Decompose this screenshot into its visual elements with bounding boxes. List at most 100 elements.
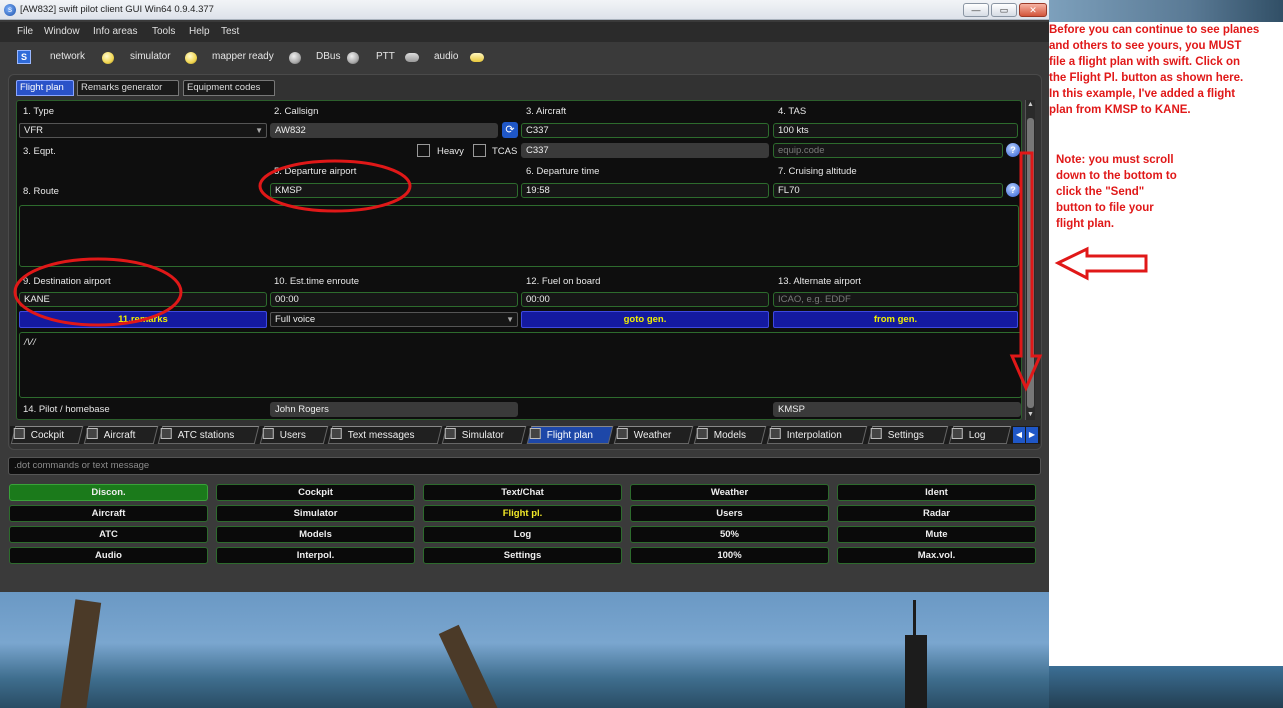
- note-line: click the "Send": [1056, 186, 1145, 198]
- close-button[interactable]: ✕: [1019, 3, 1047, 17]
- heavy-label: Heavy: [437, 146, 464, 157]
- swift-status-icon[interactable]: S: [17, 50, 31, 64]
- est-time-enroute-input[interactable]: 00:00: [270, 292, 518, 307]
- command-input[interactable]: .dot commands or text message: [8, 457, 1041, 475]
- aircraft-button[interactable]: Aircraft: [9, 505, 208, 522]
- from-gen-button[interactable]: from gen.: [773, 311, 1018, 328]
- reload-icon[interactable]: ⟳: [502, 122, 518, 138]
- pilot-homebase-label: 14. Pilot / homebase: [23, 404, 110, 415]
- menu-file[interactable]: File: [17, 22, 33, 42]
- airplane-icon: [86, 428, 98, 439]
- audio-button[interactable]: Audio: [9, 547, 208, 564]
- note-line: down to the bottom to: [1056, 170, 1177, 182]
- tas-input[interactable]: 100 kts: [773, 123, 1018, 138]
- models-button[interactable]: Models: [216, 526, 415, 543]
- interpolation-button[interactable]: Interpol.: [216, 547, 415, 564]
- tab-flight-plan-label: Flight plan: [546, 430, 593, 441]
- users-button[interactable]: Users: [630, 505, 829, 522]
- atc-button[interactable]: ATC: [9, 526, 208, 543]
- aircraft-input[interactable]: C337: [521, 123, 769, 138]
- volume-100-button[interactable]: 100%: [630, 547, 829, 564]
- instruction-line: plan from KMSP to KANE.: [1049, 104, 1191, 116]
- max-volume-button[interactable]: Max.vol.: [837, 547, 1036, 564]
- weather-icon: [616, 428, 628, 439]
- tab-flight-plan-bottom[interactable]: Flight plan: [526, 426, 614, 444]
- tabs-scroll-left-icon[interactable]: ◀: [1013, 427, 1025, 443]
- cruising-altitude-input[interactable]: FL70: [773, 183, 1003, 198]
- scroll-down-icon[interactable]: ▼: [1026, 410, 1035, 420]
- text-chat-button[interactable]: Text/Chat: [423, 484, 622, 501]
- goto-gen-button[interactable]: goto gen.: [521, 311, 769, 328]
- departure-time-label: 6. Departure time: [526, 166, 600, 177]
- tab-flight-plan[interactable]: Flight plan: [16, 80, 74, 96]
- tab-log-label: Log: [968, 430, 986, 441]
- ptt-label: PTT: [376, 51, 395, 62]
- voice-select[interactable]: Full voice ▼: [270, 312, 518, 327]
- tab-simulator[interactable]: Simulator: [441, 426, 527, 444]
- departure-airport-input[interactable]: KMSP: [270, 183, 518, 198]
- scroll-thumb[interactable]: [1027, 118, 1034, 408]
- fuel-on-board-input[interactable]: 00:00: [521, 292, 769, 307]
- disconnect-button[interactable]: Discon.: [9, 484, 208, 501]
- cockpit-icon: [13, 428, 25, 439]
- type-select[interactable]: VFR ▼: [19, 123, 267, 138]
- remarks-button[interactable]: 11.remarks: [19, 311, 267, 328]
- flight-plan-button[interactable]: Flight pl.: [423, 505, 622, 522]
- remarks-textarea[interactable]: /V/: [19, 332, 1021, 398]
- tcas-checkbox[interactable]: [473, 144, 486, 157]
- heavy-checkbox[interactable]: [417, 144, 430, 157]
- volume-50-button[interactable]: 50%: [630, 526, 829, 543]
- mute-button[interactable]: Mute: [837, 526, 1036, 543]
- eqpt-label: 3. Eqpt.: [23, 146, 56, 157]
- alternate-airport-input[interactable]: ICAO, e.g. EDDF: [773, 292, 1018, 307]
- equip-code-input[interactable]: equip.code: [773, 143, 1003, 158]
- help-icon[interactable]: ?: [1006, 183, 1020, 197]
- help-icon[interactable]: ?: [1006, 143, 1020, 157]
- menu-info-areas[interactable]: Info areas: [93, 22, 137, 42]
- tab-atc-stations[interactable]: ATC stations: [157, 426, 260, 444]
- simulator-label: simulator: [130, 51, 171, 62]
- weather-button[interactable]: Weather: [630, 484, 829, 501]
- tab-aircraft[interactable]: Aircraft: [83, 426, 159, 444]
- menu-window[interactable]: Window: [44, 22, 80, 42]
- title-bar: s [AW832] swift pilot client GUI Win64 0…: [0, 0, 1049, 20]
- menu-tools[interactable]: Tools: [152, 22, 175, 42]
- tab-text-messages[interactable]: Text messages: [327, 426, 443, 444]
- tab-users[interactable]: Users: [259, 426, 329, 444]
- radar-button[interactable]: Radar: [837, 505, 1036, 522]
- tab-weather[interactable]: Weather: [613, 426, 694, 444]
- menu-help[interactable]: Help: [189, 22, 210, 42]
- tab-remarks-generator[interactable]: Remarks generator: [77, 80, 179, 96]
- homebase-input[interactable]: KMSP: [773, 402, 1021, 417]
- menu-test[interactable]: Test: [221, 22, 239, 42]
- tab-aircraft-label: Aircraft: [103, 430, 136, 441]
- destination-airport-input[interactable]: KANE: [19, 292, 267, 307]
- tabs-scroll-right-icon[interactable]: ▶: [1026, 427, 1038, 443]
- scroll-up-icon[interactable]: ▲: [1026, 100, 1035, 110]
- tab-interpolation[interactable]: Interpolation: [766, 426, 868, 444]
- tab-equipment-codes[interactable]: Equipment codes: [183, 80, 275, 96]
- minimize-button[interactable]: —: [963, 3, 989, 17]
- pilot-name-input[interactable]: John Rogers: [270, 402, 518, 417]
- route-textarea[interactable]: [19, 205, 1019, 267]
- eqpt-aircraft-input[interactable]: C337: [521, 143, 769, 158]
- alternate-airport-label: 13. Alternate airport: [778, 276, 861, 287]
- log-button[interactable]: Log: [423, 526, 622, 543]
- restore-button[interactable]: ▭: [991, 3, 1017, 17]
- tab-cockpit[interactable]: Cockpit: [10, 426, 84, 444]
- menu-bar: File Window Info areas Tools Help Test: [0, 22, 1049, 42]
- departure-time-input[interactable]: 19:58: [521, 183, 769, 198]
- tab-text-messages-label: Text messages: [347, 430, 415, 441]
- cockpit-button[interactable]: Cockpit: [216, 484, 415, 501]
- settings-button[interactable]: Settings: [423, 547, 622, 564]
- tab-log[interactable]: Log: [948, 426, 1012, 444]
- callsign-input[interactable]: AW832: [270, 123, 498, 138]
- chevron-down-icon: ▼: [255, 126, 263, 135]
- ident-button[interactable]: Ident: [837, 484, 1036, 501]
- tab-models[interactable]: Models: [693, 426, 767, 444]
- form-scrollbar[interactable]: ▲ ▼: [1025, 100, 1035, 420]
- tab-settings[interactable]: Settings: [867, 426, 949, 444]
- simulator-button[interactable]: Simulator: [216, 505, 415, 522]
- instruction-line: and others to see yours, you MUST: [1049, 40, 1242, 52]
- voice-value: Full voice: [275, 314, 316, 325]
